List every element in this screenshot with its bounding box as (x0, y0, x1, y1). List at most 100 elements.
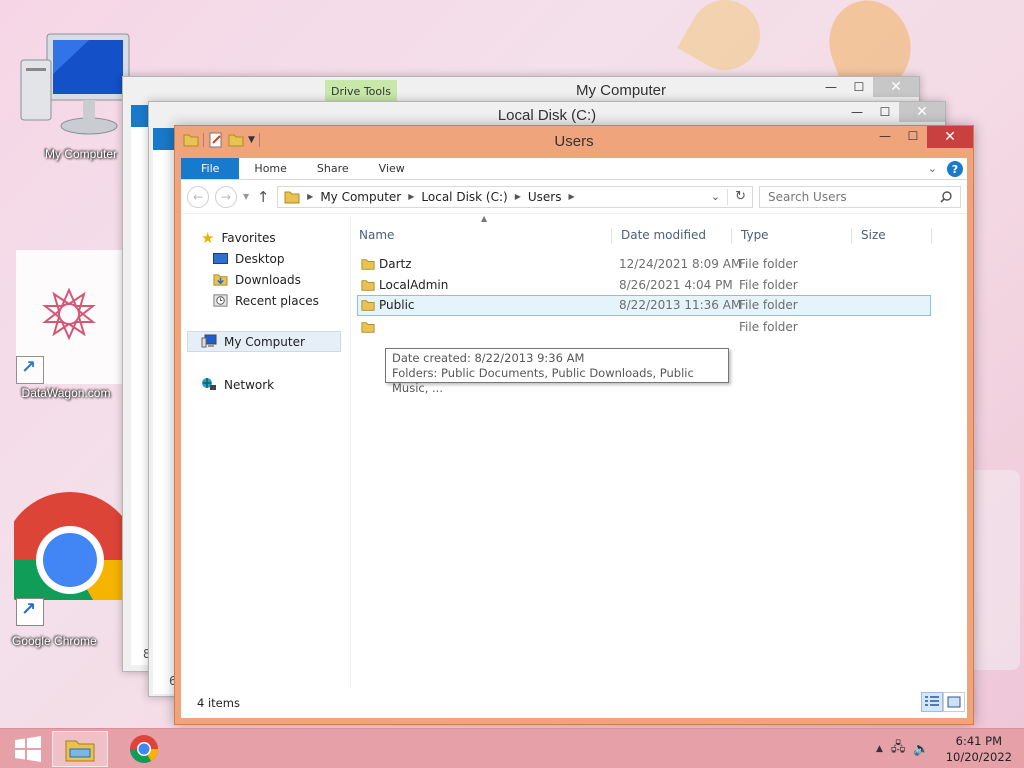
recent-locations-chevron-icon[interactable]: ▼ (243, 192, 249, 201)
search-icon[interactable] (940, 190, 952, 203)
column-header-size[interactable]: Size (861, 224, 886, 246)
large-icons-view-icon (947, 696, 961, 708)
up-arrow-icon[interactable]: ↑ (255, 188, 271, 206)
minimize-button[interactable]: — (871, 126, 899, 146)
column-header-name[interactable]: Name (359, 224, 394, 246)
table-row[interactable]: LocalAdmin 8/26/2021 4:04 PM File folder (357, 275, 931, 296)
search-input[interactable]: Search Users (759, 185, 961, 208)
folder-icon (284, 191, 300, 203)
nav-network[interactable]: Network (201, 374, 274, 395)
nav-label: Downloads (235, 272, 301, 287)
column-separator (931, 228, 932, 244)
help-icon[interactable]: ? (947, 161, 963, 177)
titlebar[interactable]: ▼ Users — ☐ ✕ (175, 126, 973, 158)
nav-downloads[interactable]: Downloads (213, 269, 301, 290)
network-icon[interactable]: 🖧 (891, 738, 906, 760)
show-hidden-icons-icon[interactable]: ▲ (876, 744, 883, 754)
folder-icon (361, 322, 375, 333)
column-header-type[interactable]: Type (741, 224, 769, 246)
taskbar-file-explorer[interactable] (52, 731, 108, 767)
file-type: File folder (739, 298, 798, 312)
tooltip-folders: Folders: Public Documents, Public Downlo… (392, 366, 694, 395)
start-button[interactable] (0, 731, 56, 767)
breadcrumb-local-disk[interactable]: Local Disk (C:) (421, 190, 507, 204)
minimize-button[interactable]: — (817, 77, 845, 97)
column-separator (851, 228, 852, 244)
file-date: 8/22/2013 11:36 AM (619, 298, 742, 312)
wallpaper-petal (677, 0, 773, 83)
titlebar[interactable]: Drive Tools My Computer — ☐ ✕ (123, 77, 919, 103)
taskbar-chrome[interactable] (116, 731, 172, 767)
tooltip-date-created: Date created: 8/22/2013 9:36 AM (392, 351, 585, 365)
expand-ribbon-chevron-icon[interactable]: ⌄ (928, 162, 937, 175)
close-button[interactable]: ✕ (927, 126, 973, 148)
network-icon (202, 378, 216, 390)
minimize-button[interactable]: — (843, 102, 871, 122)
chrome-icon (130, 735, 158, 763)
large-icons-view-button[interactable] (943, 692, 965, 712)
maximize-button[interactable]: ☐ (899, 126, 927, 146)
nav-label: My Computer (224, 334, 305, 349)
file-date: 8/26/2021 4:04 PM (619, 278, 733, 292)
computer-icon (201, 334, 217, 348)
desktop-icon-datawagon[interactable]: DataWagon.com (16, 250, 122, 400)
column-header-date-modified[interactable]: Date modified (621, 224, 706, 246)
refresh-icon[interactable]: ↻ (735, 189, 746, 204)
taskbar: ▲ 🖧 🔈 6:41 PM 10/20/2022 (0, 728, 1024, 768)
forward-button[interactable]: → (215, 185, 237, 208)
navigation-pane: ★ Favorites Desktop Downloads Recent pla… (181, 216, 351, 688)
file-type: File folder (739, 278, 798, 292)
breadcrumb-separator-icon[interactable]: ▶ (408, 192, 414, 201)
tab-view[interactable]: View (364, 158, 420, 179)
clock-time: 6:41 PM (955, 734, 1003, 748)
windows-logo-icon (15, 736, 41, 762)
folder-icon (361, 300, 375, 311)
window-body: File Home Share View ⌄ ? ← → ▼ ↑ ▶ My Co… (181, 158, 967, 718)
breadcrumb-my-computer[interactable]: My Computer (320, 190, 401, 204)
folder-info-tooltip: Date created: 8/22/2013 9:36 AM Folders:… (385, 348, 729, 395)
tab-home[interactable]: Home (239, 158, 301, 179)
file-type: File folder (739, 257, 798, 271)
file-date: 12/24/2021 8:09 AM (619, 257, 742, 271)
nav-recent-places[interactable]: Recent places (213, 290, 319, 311)
file-name: Public (379, 298, 415, 312)
file-type: File folder (739, 320, 798, 334)
table-row-selected[interactable]: Public 8/22/2013 11:36 AM File folder (357, 295, 931, 316)
desktop-icon-chrome[interactable]: Google Chrome (1, 490, 139, 648)
downloads-icon (213, 274, 228, 286)
breadcrumb-separator-icon[interactable]: ▶ (568, 192, 574, 201)
breadcrumb-users[interactable]: Users (528, 190, 562, 204)
clock[interactable]: 6:41 PM 10/20/2022 (946, 733, 1012, 765)
breadcrumb-separator-icon[interactable]: ▶ (515, 192, 521, 201)
maximize-button[interactable]: ☐ (871, 102, 899, 122)
nav-desktop[interactable]: Desktop (213, 248, 285, 269)
back-button[interactable]: ← (187, 185, 209, 208)
nav-favorites[interactable]: ★ Favorites (201, 227, 276, 248)
contextual-tab-drive-tools[interactable]: Drive Tools (325, 80, 397, 102)
maximize-button[interactable]: ☐ (845, 77, 873, 97)
window-title: Users (554, 133, 594, 150)
window-users[interactable]: ▼ Users — ☐ ✕ File Home Share View ⌄ ? ←… (174, 125, 974, 725)
ribbon-tabs: File Home Share View ⌄ ? (181, 158, 967, 180)
file-tab-edge (153, 128, 175, 150)
desktop-icon-label: My Computer (44, 147, 118, 161)
volume-icon[interactable]: 🔈 (913, 742, 929, 757)
nav-my-computer[interactable]: My Computer (187, 331, 341, 352)
nav-label: Desktop (235, 251, 285, 266)
desktop-icon (213, 253, 228, 264)
tab-share[interactable]: Share (302, 158, 364, 179)
desktop-icon-label: DataWagon.com (21, 386, 111, 400)
tab-file[interactable]: File (181, 158, 240, 179)
recent-places-icon (213, 294, 228, 307)
close-button[interactable]: ✕ (873, 77, 919, 97)
item-count: 4 items (197, 696, 240, 710)
close-button[interactable]: ✕ (899, 102, 945, 122)
address-dropdown-chevron-icon[interactable]: ⌄ (711, 190, 720, 203)
table-row[interactable]: Dartz 12/24/2021 8:09 AM File folder (357, 254, 931, 275)
details-view-button[interactable] (921, 692, 943, 712)
address-bar[interactable]: ▶ My Computer ▶ Local Disk (C:) ▶ Users … (277, 185, 753, 208)
chrome-icon (1, 492, 139, 629)
nav-label: Favorites (221, 230, 276, 245)
window-controls: — ☐ ✕ (817, 77, 919, 97)
table-row[interactable]: File folder (357, 317, 931, 338)
